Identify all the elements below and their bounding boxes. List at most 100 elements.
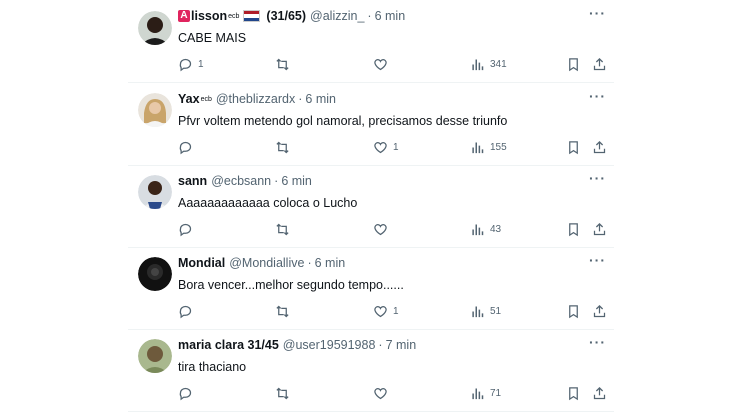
action-bar: 43 — [178, 222, 608, 238]
user-handle[interactable]: @Mondiallive — [229, 256, 304, 270]
more-options-icon[interactable]: ··· — [589, 88, 606, 104]
view-count: 43 — [490, 224, 502, 235]
views-button[interactable]: 71 — [470, 386, 501, 401]
timestamp[interactable]: 6 min — [305, 92, 336, 106]
reply-icon — [179, 141, 192, 155]
views-button[interactable]: 43 — [470, 222, 501, 237]
tweet-text: Bora vencer...melhor segundo tempo...... — [178, 278, 404, 292]
more-options-icon[interactable]: ··· — [589, 5, 606, 21]
tweet[interactable]: sann @ecbsann · 6 min ··· Aaaaaaaaaaaaa … — [128, 165, 614, 248]
reply-button[interactable] — [178, 386, 198, 401]
timestamp[interactable]: 6 min — [315, 256, 346, 270]
reply-icon — [179, 223, 192, 237]
analytics-icon — [472, 388, 484, 400]
views-button[interactable]: 341 — [470, 57, 507, 72]
share-button[interactable] — [592, 304, 607, 319]
action-bar: 1 155 — [178, 140, 608, 156]
retweet-button[interactable] — [275, 386, 295, 401]
analytics-icon — [472, 306, 484, 318]
display-name[interactable]: Yax — [178, 92, 200, 106]
user-handle[interactable]: @user19591988 — [283, 338, 376, 352]
share-button[interactable] — [592, 140, 607, 155]
user-handle[interactable]: @alizzin_ — [310, 9, 364, 23]
separator-dot: · — [274, 174, 279, 188]
avatar[interactable] — [138, 11, 172, 45]
separator-dot: · — [378, 338, 383, 352]
avatar[interactable] — [138, 339, 172, 373]
like-button[interactable]: 1 — [373, 140, 399, 155]
views-button[interactable]: 155 — [470, 140, 507, 155]
heart-icon — [374, 306, 387, 318]
share-button[interactable] — [592, 57, 607, 72]
display-name[interactable]: sann — [178, 174, 207, 188]
tweet[interactable]: Yax ecb @theblizzardx · 6 min ··· Pfvr v… — [128, 83, 614, 166]
retweet-button[interactable] — [275, 140, 295, 155]
more-options-icon[interactable]: ··· — [589, 252, 606, 268]
tweet-text: Aaaaaaaaaaaaa coloca o Lucho — [178, 196, 358, 210]
more-options-icon[interactable]: ··· — [589, 334, 606, 350]
retweet-icon — [276, 387, 289, 400]
share-button[interactable] — [592, 222, 607, 237]
user-handle[interactable]: @theblizzardx — [216, 92, 295, 106]
like-button[interactable] — [373, 386, 393, 401]
view-count: 71 — [490, 388, 502, 399]
bookmark-button[interactable] — [566, 386, 581, 401]
analytics-icon — [472, 142, 484, 154]
more-options-icon[interactable]: ··· — [589, 170, 606, 186]
share-icon — [593, 222, 606, 236]
retweet-button[interactable] — [275, 222, 295, 237]
badge-a-icon: A — [178, 10, 190, 22]
avatar[interactable] — [138, 175, 172, 209]
retweet-button[interactable] — [275, 304, 295, 319]
views-button[interactable]: 51 — [470, 304, 501, 319]
bookmark-button[interactable] — [566, 222, 581, 237]
timestamp[interactable]: 6 min — [281, 174, 312, 188]
reply-button[interactable] — [178, 140, 198, 155]
separator-dot: · — [298, 92, 303, 106]
like-button[interactable] — [373, 57, 393, 72]
reply-button[interactable] — [178, 304, 198, 319]
tweet-text: CABE MAIS — [178, 31, 247, 45]
tweet-header: Mondial @Mondiallive · 6 min — [178, 256, 345, 270]
like-button[interactable] — [373, 222, 393, 237]
avatar[interactable] — [138, 257, 172, 291]
tweet-header: maria clara 31/45 @user19591988 · 7 min — [178, 338, 416, 352]
like-count: 1 — [393, 306, 399, 317]
bookmark-icon — [569, 58, 578, 72]
display-name[interactable]: Mondial — [178, 256, 225, 270]
tweet-header: sann @ecbsann · 6 min — [178, 174, 312, 188]
bookmark-icon — [569, 223, 578, 237]
tweet-header: Yax ecb @theblizzardx · 6 min — [178, 92, 336, 106]
name-superscript: ecb — [200, 95, 212, 103]
reply-button[interactable]: 1 — [178, 57, 204, 72]
retweet-button[interactable] — [275, 57, 295, 72]
tweet[interactable]: maria clara 31/45 @user19591988 · 7 min … — [128, 329, 614, 412]
display-name[interactable]: lisson — [191, 9, 227, 23]
share-icon — [593, 57, 606, 71]
action-bar: 1 51 — [178, 304, 608, 320]
bookmark-button[interactable] — [566, 304, 581, 319]
timestamp[interactable]: 7 min — [386, 338, 417, 352]
view-count: 155 — [490, 142, 507, 153]
name-superscript: ecb — [228, 12, 240, 20]
user-handle[interactable]: @ecbsann — [211, 174, 271, 188]
like-button[interactable]: 1 — [373, 304, 399, 319]
tweet[interactable]: A lisson ecb (31/65) @alizzin_ · 6 min ·… — [128, 0, 614, 83]
bookmark-button[interactable] — [566, 57, 581, 72]
reply-icon — [179, 387, 192, 401]
bookmark-button[interactable] — [566, 140, 581, 155]
tweet-text: tira thaciano — [178, 360, 247, 374]
bookmark-icon — [569, 387, 578, 401]
analytics-icon — [472, 224, 484, 236]
retweet-icon — [276, 305, 289, 318]
timestamp[interactable]: 6 min — [375, 9, 406, 23]
analytics-icon — [472, 59, 484, 71]
share-button[interactable] — [592, 386, 607, 401]
avatar[interactable] — [138, 93, 172, 127]
tweet[interactable]: Mondial @Mondiallive · 6 min ··· Bora ve… — [128, 247, 614, 330]
reply-button[interactable] — [178, 222, 198, 237]
action-bar: 1 341 — [178, 57, 608, 73]
reply-icon — [179, 58, 192, 72]
display-name[interactable]: maria clara 31/45 — [178, 338, 279, 352]
heart-icon — [374, 142, 387, 154]
